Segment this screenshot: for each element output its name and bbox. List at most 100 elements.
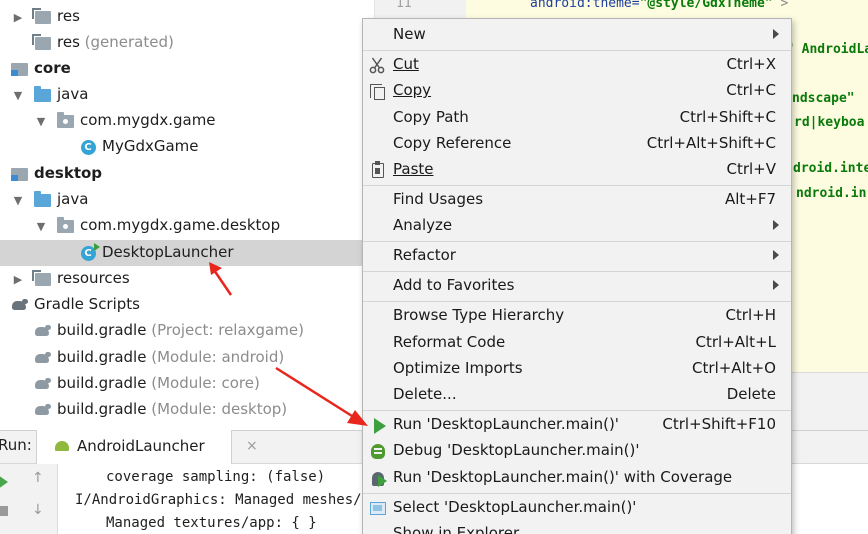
tree-item-label: res — [57, 33, 80, 51]
tree-item-res[interactable]: ▶ res — [0, 4, 362, 30]
menu-item-label: Copy Path — [393, 108, 469, 126]
menu-item-debug[interactable]: Debug 'DesktopLauncher.main()' — [363, 438, 791, 464]
menu-item-paste[interactable]: Paste Ctrl+V — [363, 157, 791, 183]
code-string: ndscape" — [792, 91, 855, 106]
code-string: ndroid.in — [796, 186, 867, 201]
chevron-down-icon[interactable]: ▼ — [12, 89, 24, 102]
arrow-up-icon[interactable]: ↑ — [32, 470, 44, 486]
arrow-down-icon[interactable]: ↓ — [32, 502, 44, 518]
menu-item-cut[interactable]: Cut Ctrl+X — [363, 52, 791, 78]
run-icon — [369, 417, 386, 434]
rerun-icon[interactable] — [0, 475, 8, 489]
menu-separator — [363, 185, 791, 186]
tab-android-launcher[interactable]: AndroidLauncher × — [36, 430, 258, 464]
tree-item-res-generated[interactable]: res (generated) — [0, 30, 362, 56]
tree-item-mygdxgame[interactable]: C MyGdxGame — [0, 134, 362, 160]
chevron-down-icon[interactable]: ▼ — [12, 194, 24, 207]
menu-item-add-to-favorites[interactable]: Add to Favorites — [363, 273, 791, 299]
menu-item-new[interactable]: New — [363, 22, 791, 48]
tree-item-desktop[interactable]: desktop — [0, 161, 362, 187]
close-icon[interactable]: × — [246, 438, 258, 454]
menu-item-shortcut: Ctrl+X — [726, 55, 776, 73]
class-icon: C — [79, 139, 97, 155]
tree-item-extra: (generated) — [84, 33, 174, 51]
console-line: coverage sampling: (false) — [106, 469, 326, 485]
submenu-arrow-icon — [773, 250, 779, 260]
menu-item-refactor[interactable]: Refactor — [363, 243, 791, 269]
tree-item-package-game[interactable]: ▼ com.mygdx.game — [0, 108, 362, 134]
stop-icon[interactable] — [0, 506, 8, 516]
android-icon — [55, 441, 69, 451]
runnable-class-icon: C — [79, 242, 100, 261]
menu-item-optimize-imports[interactable]: Optimize Imports Ctrl+Alt+O — [363, 356, 791, 382]
menu-separator — [363, 241, 791, 242]
tree-item-build-gradle-core[interactable]: build.gradle (Module: core) — [0, 371, 362, 397]
tree-item-label: Gradle Scripts — [34, 295, 140, 313]
menu-separator — [363, 271, 791, 272]
chevron-right-icon[interactable]: ▶ — [12, 11, 24, 24]
menu-item-find-usages[interactable]: Find Usages Alt+F7 — [363, 187, 791, 213]
tree-item-resources[interactable]: ▶ resources — [0, 266, 362, 292]
tree-item-label: build.gradle — [57, 348, 147, 366]
run-panel-title: Run: — [0, 436, 32, 454]
copy-icon — [369, 83, 386, 100]
tab-label: AndroidLauncher — [77, 437, 205, 455]
submenu-arrow-icon — [773, 29, 779, 39]
menu-item-browse-type-hierarchy[interactable]: Browse Type Hierarchy Ctrl+H — [363, 303, 791, 329]
submenu-arrow-icon — [773, 220, 779, 230]
tree-item-core-java[interactable]: ▼ java — [0, 82, 362, 108]
tree-item-extra: (Module: android) — [151, 348, 285, 366]
menu-item-label: Show in Explorer — [393, 524, 520, 534]
menu-item-label: Reformat Code — [393, 333, 506, 351]
code-line: ndroid.in — [796, 186, 866, 201]
menu-item-label: Browse Type Hierarchy — [393, 306, 565, 324]
chevron-down-icon[interactable]: ▼ — [35, 115, 47, 128]
menu-item-copy-reference[interactable]: Copy Reference Ctrl+Alt+Shift+C — [363, 131, 791, 157]
menu-item-shortcut: Ctrl+Alt+L — [695, 333, 777, 351]
tree-item-build-gradle-desktop[interactable]: build.gradle (Module: desktop) — [0, 397, 362, 423]
menu-item-shortcut: Alt+F7 — [724, 190, 776, 208]
menu-item-delete[interactable]: Delete... Delete — [363, 382, 791, 408]
tree-item-core[interactable]: core — [0, 56, 362, 82]
menu-item-label: Copy — [393, 81, 431, 99]
source-folder-icon — [33, 190, 51, 208]
scissors-icon — [369, 57, 386, 74]
menu-item-label: Cut — [393, 55, 419, 73]
tree-item-label: com.mygdx.game.desktop — [80, 216, 281, 234]
gradle-icon — [10, 297, 28, 313]
menu-item-copy-path[interactable]: Copy Path Ctrl+Shift+C — [363, 105, 791, 131]
code-line: ndscape" — [792, 91, 855, 106]
code-string: " AndroidLa — [786, 42, 868, 57]
menu-item-select[interactable]: Select 'DesktopLauncher.main()' — [363, 495, 791, 521]
coverage-icon — [369, 470, 387, 487]
chevron-down-icon[interactable]: ▼ — [35, 220, 47, 233]
project-tree: ▶ res res (generated) core ▼ java ▼ com.… — [0, 0, 362, 430]
tree-item-desktoplauncher[interactable]: C DesktopLauncher — [0, 240, 362, 266]
tree-item-label: build.gradle — [57, 321, 147, 339]
source-folder-icon — [33, 85, 51, 103]
tree-item-desktop-java[interactable]: ▼ java — [0, 187, 362, 213]
menu-item-show-in-explorer[interactable]: Show in Explorer — [363, 521, 791, 534]
code-attribute: android:theme= — [530, 0, 640, 11]
console-line: Managed textures/app: { } — [106, 515, 317, 531]
menu-item-run[interactable]: Run 'DesktopLauncher.main()' Ctrl+Shift+… — [363, 412, 791, 438]
tree-item-extra: (Project: relaxgame) — [151, 321, 304, 339]
menu-item-analyze[interactable]: Analyze — [363, 213, 791, 239]
menu-item-copy[interactable]: Copy Ctrl+C — [363, 78, 791, 104]
menu-item-run-with-coverage[interactable]: Run 'DesktopLauncher.main()' with Covera… — [363, 465, 791, 491]
tree-item-build-gradle-android[interactable]: build.gradle (Module: android) — [0, 345, 362, 371]
tree-item-gradle-scripts[interactable]: Gradle Scripts — [0, 292, 362, 318]
tree-item-extra: (Module: core) — [151, 374, 260, 392]
menu-item-shortcut: Ctrl+C — [726, 81, 776, 99]
module-folder-icon — [10, 61, 28, 77]
code-line: " AndroidLa — [786, 42, 868, 57]
menu-item-label: Optimize Imports — [393, 359, 523, 377]
resource-folder-icon — [32, 7, 52, 25]
menu-separator — [363, 410, 791, 411]
run-toolbar: ↑ ↓ — [0, 464, 58, 534]
tree-item-package-desktop[interactable]: ▼ com.mygdx.game.desktop — [0, 213, 362, 239]
tree-item-build-gradle-project[interactable]: build.gradle (Project: relaxgame) — [0, 318, 362, 344]
chevron-right-icon[interactable]: ▶ — [12, 273, 24, 286]
menu-item-label: Select 'DesktopLauncher.main()' — [393, 498, 637, 516]
menu-item-reformat-code[interactable]: Reformat Code Ctrl+Alt+L — [363, 330, 791, 356]
